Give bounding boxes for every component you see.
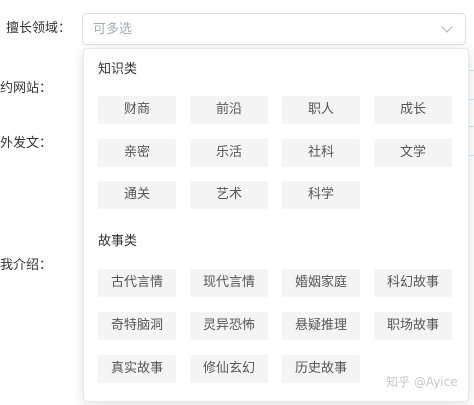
- tag-option[interactable]: 悬疑推理: [282, 312, 360, 340]
- tag-option[interactable]: 乐活: [190, 139, 268, 167]
- tag-option[interactable]: 古代言情: [98, 269, 176, 297]
- tag-option[interactable]: 现代言情: [190, 269, 268, 297]
- field-label-expertise: 擅长领域：: [6, 21, 72, 36]
- tag-option[interactable]: 历史故事: [282, 355, 360, 383]
- tag-option[interactable]: 灵异恐怖: [190, 312, 268, 340]
- expertise-select[interactable]: 可多选: [82, 13, 466, 45]
- tag-option[interactable]: 前沿: [190, 96, 268, 124]
- chevron-down-icon: [441, 21, 453, 33]
- tag-option[interactable]: 社科: [282, 139, 360, 167]
- tag-option[interactable]: 财商: [98, 96, 176, 124]
- tag-option[interactable]: 艺术: [190, 181, 268, 209]
- tag-option[interactable]: 奇特脑洞: [98, 312, 176, 340]
- tag-option[interactable]: 通关: [98, 181, 176, 209]
- tag-option[interactable]: 成长: [374, 96, 452, 124]
- select-placeholder: 可多选: [93, 22, 133, 37]
- field-label-external-posts: 外发文：: [0, 136, 53, 151]
- tag-option[interactable]: 亲密: [98, 139, 176, 167]
- watermark: 知乎 @Ayice: [386, 375, 458, 389]
- group-title-knowledge: 知识类: [98, 62, 138, 77]
- tag-option[interactable]: 婚姻家庭: [282, 269, 360, 297]
- tag-option[interactable]: 职人: [282, 96, 360, 124]
- tag-option[interactable]: 科幻故事: [374, 269, 452, 297]
- tag-option[interactable]: 科学: [282, 181, 360, 209]
- tag-option[interactable]: 真实故事: [98, 355, 176, 383]
- tag-option[interactable]: 文学: [374, 139, 452, 167]
- field-label-website: 约网站：: [0, 81, 53, 96]
- tag-option[interactable]: 修仙玄幻: [190, 355, 268, 383]
- tag-option[interactable]: 职场故事: [374, 312, 452, 340]
- expertise-dropdown: 知识类 财商 前沿 职人 成长 亲密 乐活 社科 文学 通关 艺术 科学 故事类…: [83, 48, 469, 402]
- field-label-self-intro: 我介绍：: [0, 258, 53, 273]
- group-title-stories: 故事类: [98, 234, 138, 249]
- form-page: 擅长领域： 约网站： 外发文： 我介绍： 可多选 知识类 财商 前沿 职人 成长…: [0, 0, 474, 405]
